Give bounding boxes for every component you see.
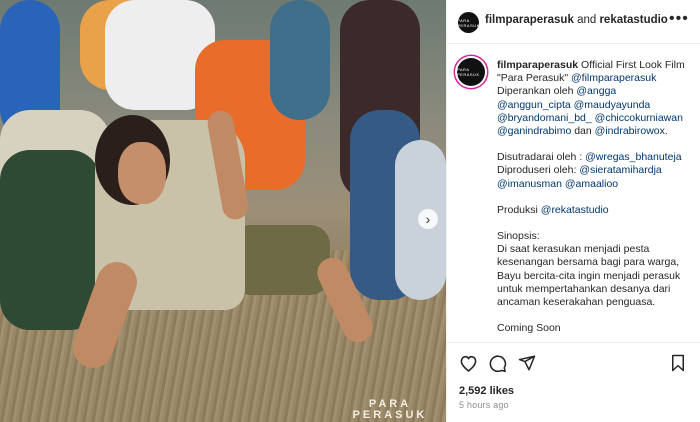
caption-text: filmparaperasuk Official First Look Film… (497, 59, 695, 335)
post-image[interactable]: PARA PERASUK › (0, 0, 446, 422)
author-link[interactable]: filmparaperasuk (485, 14, 574, 26)
synopsis-label: Sinopsis: (497, 230, 540, 243)
next-slide-button[interactable]: › (418, 209, 438, 229)
mention-link[interactable]: @amaalioo (565, 178, 618, 190)
mention-link[interactable]: @sieratamihardja (579, 164, 661, 176)
mention-link[interactable]: @indrabirowox (595, 125, 665, 137)
synopsis-text: Di saat kerasukan menjadi pesta kesenang… (497, 243, 681, 309)
mention-link[interactable]: @maudyayunda (574, 99, 651, 111)
post-authors: filmparaperasuk and rekatastudio (485, 14, 668, 26)
mention-link[interactable]: @chiccokurniawan (595, 112, 683, 124)
mention-link[interactable]: @angga (576, 85, 616, 97)
mention-link[interactable]: @ganindrabimo (497, 125, 571, 137)
comment-icon[interactable] (486, 352, 508, 374)
more-options-icon[interactable]: ••• (669, 10, 689, 28)
collaborator-link[interactable]: rekatastudio (599, 14, 667, 26)
mention-link[interactable]: @filmparaperasuk (571, 72, 656, 84)
chevron-right-icon: › (425, 211, 431, 227)
post-sidebar: PARA PERASUK filmparaperasuk and rekatas… (446, 0, 700, 422)
mention-link[interactable]: @wregas_bhanuteja (585, 151, 681, 163)
mention-link[interactable]: @bryandomani_bd_ (497, 112, 592, 124)
avatar[interactable]: PARA PERASUK (457, 12, 479, 33)
instagram-post: PARA PERASUK › PARA PERASUK filmparapera… (0, 0, 700, 422)
caption-username[interactable]: filmparaperasuk (497, 59, 578, 71)
post-timestamp[interactable]: 5 hours ago (459, 400, 509, 410)
coming-soon-text: Coming Soon (497, 322, 561, 335)
mention-link[interactable]: @anggun_cipta (497, 99, 571, 111)
mention-link[interactable]: @imanusman (497, 178, 562, 190)
share-icon[interactable] (516, 352, 538, 374)
action-bar: 2,592 likes 5 hours ago (447, 342, 700, 422)
caption-area: PARA PERASUK filmparaperasuk Official Fi… (447, 44, 700, 342)
post-header: PARA PERASUK filmparaperasuk and rekatas… (447, 0, 700, 44)
bookmark-icon[interactable] (667, 352, 689, 374)
caption-avatar[interactable]: PARA PERASUK (457, 58, 485, 86)
film-watermark-line2: PERASUK (352, 409, 428, 421)
mention-link[interactable]: @rekatastudio (541, 204, 609, 216)
heart-icon[interactable] (457, 352, 479, 374)
likes-count[interactable]: 2,592 likes (459, 385, 514, 397)
